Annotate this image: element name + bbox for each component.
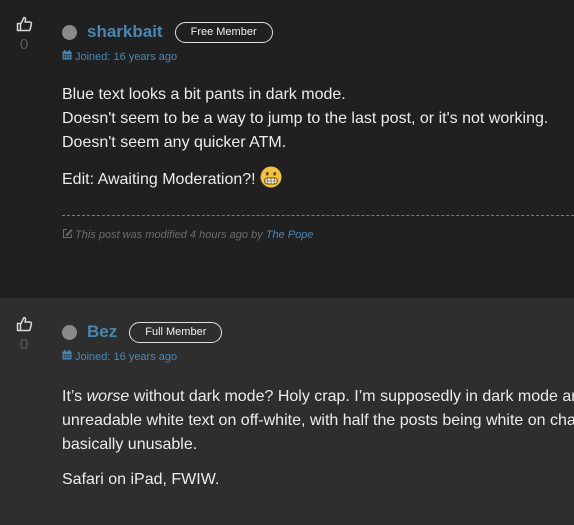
member-badge: Free Member: [174, 21, 273, 43]
edit-icon: [62, 228, 75, 242]
username[interactable]: Bez: [87, 322, 117, 342]
grimace-emoji-icon: [260, 166, 282, 196]
emphasis-text: worse: [86, 388, 130, 405]
vote-block-2: 0: [14, 316, 34, 353]
post-line: Doesn't seem any quicker ATM.: [62, 134, 287, 151]
modified-by-link[interactable]: The Pope: [266, 229, 314, 241]
vote-count: 0: [19, 36, 29, 53]
online-status-dot: [62, 324, 77, 340]
online-status-dot: [62, 24, 77, 40]
thumbs-up-icon[interactable]: [14, 316, 34, 332]
modified-note: This post was modified 4 hours ago by Th…: [62, 228, 574, 242]
vote-block-1: 0: [14, 16, 34, 53]
calendar-icon: [62, 350, 75, 363]
joined-info: Joined: 16 years ago: [62, 50, 574, 63]
post-1: 0 sharkbait Free Member Joined: 16 years: [0, 0, 574, 298]
post-content-1: sharkbait Free Member Joined: 16 years a…: [62, 20, 574, 242]
post-content-2: Bez Full Member Joined: 16 years ago It’…: [62, 320, 574, 492]
joined-text: Joined: 16 years ago: [75, 50, 178, 63]
username[interactable]: sharkbait: [87, 22, 163, 42]
post-divider: [62, 215, 574, 216]
member-badge: Full Member: [129, 321, 223, 343]
post-2: 0 Bez Full Member Joined: 16 years ago I…: [0, 298, 574, 525]
modified-text: This post was modified 4 hours ago by: [75, 229, 263, 241]
post-line: Safari on iPad, FWIW.: [62, 471, 220, 488]
post-line: Blue text looks a bit pants in dark mode…: [62, 86, 346, 103]
post-line: unreadable white text on off-white, with…: [62, 412, 574, 429]
post-header: Bez Full Member: [62, 320, 574, 344]
edit-line: Edit: Awaiting Moderation?!: [62, 166, 574, 196]
calendar-icon: [62, 50, 75, 63]
post-line: Doesn't seem to be a way to jump to the …: [62, 110, 549, 127]
vote-count: 0: [19, 336, 29, 353]
post-body: Blue text looks a bit pants in dark mode…: [62, 83, 574, 196]
post-text: without dark mode? Holy crap. I’m suppos…: [129, 388, 574, 405]
post-line: basically unusable.: [62, 436, 198, 453]
post-body: It’s worse without dark mode? Holy crap.…: [62, 385, 574, 492]
post-header: sharkbait Free Member: [62, 20, 574, 44]
joined-info: Joined: 16 years ago: [62, 350, 574, 363]
post-line: It’s worse without dark mode? Holy crap.…: [62, 385, 574, 409]
joined-text: Joined: 16 years ago: [75, 350, 178, 363]
post-text: It’s: [62, 388, 87, 405]
edit-text: Edit: Awaiting Moderation?!: [62, 171, 256, 188]
thumbs-up-icon[interactable]: [14, 16, 34, 32]
